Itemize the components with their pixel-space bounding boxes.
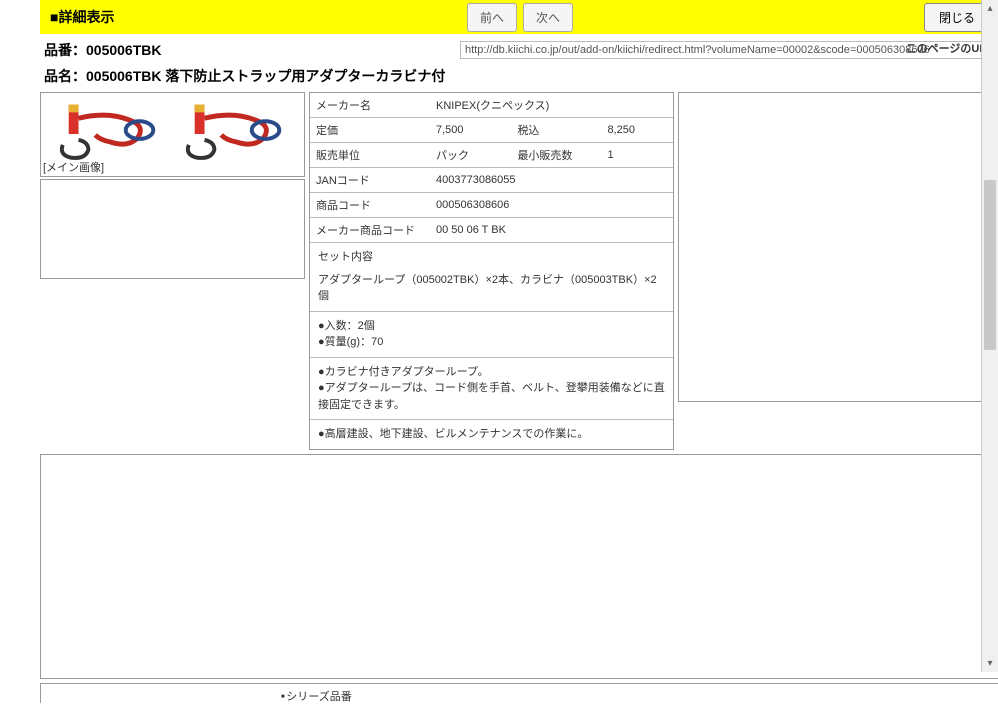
set-content-body: アダプターループ（005002TBK）×2本、カラビナ（005003TBK）×2… [318, 272, 665, 305]
lower-panel [40, 454, 998, 679]
product-name-row: 品名：005006TBK 落下防止ストラップ用アダプターカラビナ付 [40, 66, 998, 86]
window-scroll-thumb[interactable] [984, 180, 996, 350]
table-row: メーカー名 KNIPEX(クニペックス) [310, 93, 673, 118]
image-caption: [メイン画像] [43, 159, 104, 175]
product-name-label: 品名：005006TBK 落下防止ストラップ用アダプターカラビナ付 [44, 68, 445, 84]
bullets-1: ●入数：2個 ●質量(g)：70 [310, 312, 673, 358]
header-bar: ■詳細表示 前へ 次へ 閉じる [40, 0, 998, 34]
table-row: メーカー商品コード 00 50 06 T BK [310, 218, 673, 243]
bullets-3: ●高層建設、地下建設、ビルメンテナンスでの作業に。 [310, 420, 673, 449]
tax-value: 8,250 [601, 118, 673, 143]
minqty-value: 1 [601, 143, 673, 168]
makercode-label: メーカー商品コード [310, 218, 430, 243]
series-code-item: シリーズ品番 [281, 691, 352, 703]
table-row: 販売単位 パック 最小販売数 1 [310, 143, 673, 168]
bottom-panel: シリーズ品番 [40, 683, 998, 703]
maker-label: メーカー名 [310, 93, 430, 118]
table-row: 定価 7,500 税込 8,250 [310, 118, 673, 143]
set-content-section: セット内容 アダプターループ（005002TBK）×2本、カラビナ（005003… [310, 243, 673, 312]
side-panel: ▲ ▼ [678, 92, 998, 402]
product-code-row: 品番：005006TBK [40, 40, 998, 60]
product-image-2 [177, 100, 295, 170]
prodcode-label: 商品コード [310, 193, 430, 218]
bullets-2: ●カラビナ付きアダプターループ。 ●アダプターループは、コード側を手首、ベルト、… [310, 358, 673, 421]
window-scroll-down-icon[interactable]: ▾ [982, 655, 998, 672]
jan-label: JANコード [310, 168, 430, 193]
product-code-label: 品番：005006TBK [44, 40, 162, 60]
main-image-box: [メイン画像] [40, 92, 305, 177]
jan-value: 4003773086055 [430, 168, 673, 193]
unit-value: パック [430, 143, 511, 168]
unit-label: 販売単位 [310, 143, 430, 168]
maker-value: KNIPEX(クニペックス) [430, 93, 673, 118]
header-title: ■詳細表示 [50, 7, 114, 27]
set-content-title: セット内容 [318, 249, 665, 266]
window-scroll-up-icon[interactable]: ▴ [982, 0, 998, 17]
minqty-label: 最小販売数 [511, 143, 601, 168]
spec-panel: メーカー名 KNIPEX(クニペックス) 定価 7,500 税込 8,250 販… [309, 92, 674, 450]
window-scrollbar[interactable]: ▴ ▾ [981, 0, 998, 672]
next-button[interactable]: 次へ [523, 3, 573, 32]
nav-buttons: 前へ 次へ [467, 3, 573, 32]
secondary-image-box [40, 179, 305, 279]
price-value: 7,500 [430, 118, 511, 143]
makercode-value: 00 50 06 T BK [430, 218, 673, 243]
table-row: 商品コード 000506308606 [310, 193, 673, 218]
prodcode-value: 000506308606 [430, 193, 673, 218]
prev-button[interactable]: 前へ [467, 3, 517, 32]
price-label: 定価 [310, 118, 430, 143]
spec-table: メーカー名 KNIPEX(クニペックス) 定価 7,500 税込 8,250 販… [310, 93, 673, 243]
table-row: JANコード 4003773086055 [310, 168, 673, 193]
tax-label: 税込 [511, 118, 601, 143]
